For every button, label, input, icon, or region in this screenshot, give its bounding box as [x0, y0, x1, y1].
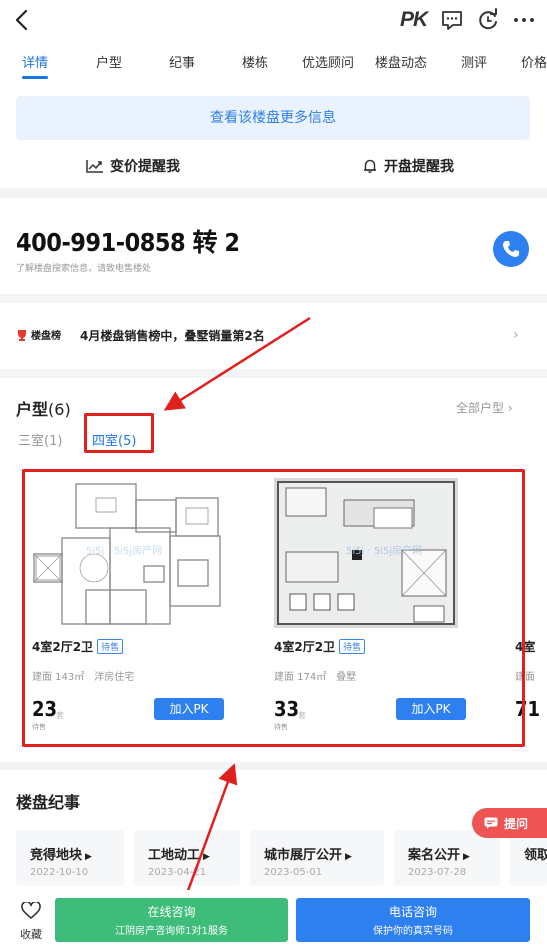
tab-news[interactable]: 楼盘动态: [375, 52, 427, 71]
history-event[interactable]: 城市展厅公开 ▶ 2023-05-01: [250, 830, 384, 886]
active-tab-indicator: [22, 76, 48, 79]
history-event[interactable]: 工地动工 ▶ 2023-04-21: [134, 830, 240, 886]
bottom-action-bar: 收藏 在线咨询 江阴房产咨询师1对1服务 电话咨询 保护你的真实号码: [0, 890, 547, 951]
event-name: 案名公开 ▶: [408, 848, 470, 863]
event-name: 领取: [524, 848, 547, 863]
phone-note: 了解楼盘搜索信息，请致电售楼处: [16, 264, 152, 274]
sales-phone-number[interactable]: 400-991-0858 转 2: [16, 223, 240, 259]
event-date: 2023-07-28: [408, 867, 467, 878]
ask-question-label: 提问: [504, 816, 529, 831]
sales-ranking-banner[interactable]: 楼盘榜 4月楼盘销售榜中，叠墅销量第2名 ›: [0, 303, 547, 369]
online-consult-button[interactable]: 在线咨询 江阴房产咨询师1对1服务: [55, 898, 288, 942]
online-consult-label: 在线咨询: [147, 905, 196, 919]
price-alert-button[interactable]: 变价提醒我: [86, 156, 180, 176]
history-event[interactable]: 竞得地块 ▶ 2022-10-10: [16, 830, 124, 886]
event-name: 工地动工 ▶: [148, 848, 210, 863]
ranking-logo-text: 楼盘榜: [31, 331, 61, 342]
phone-card: 400-991-0858 转 2 了解楼盘搜索信息，请致电售楼处: [0, 198, 547, 294]
back-chevron-icon[interactable]: [12, 8, 34, 32]
bell-icon: [364, 159, 376, 173]
floorplans-title-text: 户型: [16, 400, 49, 419]
all-floorplans-link[interactable]: 全部户型 ›: [456, 399, 513, 416]
chat-icon: [484, 817, 498, 829]
tab-floorplans[interactable]: 户型: [96, 52, 122, 71]
phone-consult-label: 电话咨询: [388, 905, 437, 919]
ask-question-button[interactable]: 提问: [472, 808, 547, 838]
trend-icon: [86, 160, 103, 173]
event-date: 2022-10-10: [30, 867, 89, 878]
annotation-box-cards: [22, 469, 525, 747]
open-alert-label: 开盘提醒我: [384, 159, 454, 175]
tab-price[interactable]: 价格: [521, 52, 547, 71]
phone-consult-button[interactable]: 电话咨询 保护你的真实号码: [296, 898, 530, 942]
comment-icon[interactable]: [439, 8, 465, 32]
online-consult-subtitle: 江阴房产咨询师1对1服务: [115, 926, 228, 937]
call-button[interactable]: [493, 231, 529, 267]
phone-consult-subtitle: 保护你的真实号码: [373, 926, 453, 937]
tab-buildings[interactable]: 楼栋: [242, 52, 268, 71]
event-name: 城市展厅公开 ▶: [264, 848, 352, 863]
history-event[interactable]: 领取: [510, 830, 547, 886]
open-alert-button[interactable]: 开盘提醒我: [362, 156, 454, 176]
top-bar: PK: [0, 0, 547, 40]
favorite-button[interactable]: 收藏: [14, 900, 48, 942]
floorplans-title: 户型(6): [16, 396, 71, 420]
trophy-icon: [18, 329, 26, 341]
more-icon[interactable]: [511, 8, 537, 32]
event-date: 2023-05-01: [264, 867, 323, 878]
tab-history[interactable]: 纪事: [169, 52, 195, 71]
subtab-three-room[interactable]: 三室(1): [18, 430, 62, 449]
phone-icon: [503, 241, 519, 257]
info-card: 查看该楼盘更多信息 变价提醒我 开盘提醒我: [0, 84, 547, 188]
event-name: 竞得地块 ▶: [30, 848, 92, 863]
tab-review[interactable]: 测评: [461, 52, 487, 71]
history-title: 楼盘纪事: [16, 793, 81, 812]
chevron-right-icon: ›: [513, 327, 519, 343]
section-tabs: 详情 户型 纪事 楼栋 优选顾问 楼盘动态 测评 价格: [0, 40, 547, 84]
floorplans-count: (6): [48, 400, 71, 419]
tab-details[interactable]: 详情: [22, 52, 48, 71]
history-event[interactable]: 案名公开 ▶ 2023-07-28: [394, 830, 500, 886]
ranking-logo: 楼盘榜: [16, 327, 61, 342]
refresh-icon[interactable]: [476, 8, 502, 32]
tab-advisors[interactable]: 优选顾问: [302, 52, 354, 71]
price-alert-label: 变价提醒我: [110, 159, 180, 175]
more-info-button[interactable]: 查看该楼盘更多信息: [16, 96, 530, 140]
annotation-box-subtab: [84, 413, 154, 453]
heart-icon: [21, 900, 41, 919]
favorite-label: 收藏: [20, 928, 42, 941]
event-date: 2023-04-21: [148, 867, 207, 878]
pk-compare-button[interactable]: PK: [400, 8, 428, 32]
ranking-text: 4月楼盘销售榜中，叠墅销量第2名: [80, 329, 265, 343]
